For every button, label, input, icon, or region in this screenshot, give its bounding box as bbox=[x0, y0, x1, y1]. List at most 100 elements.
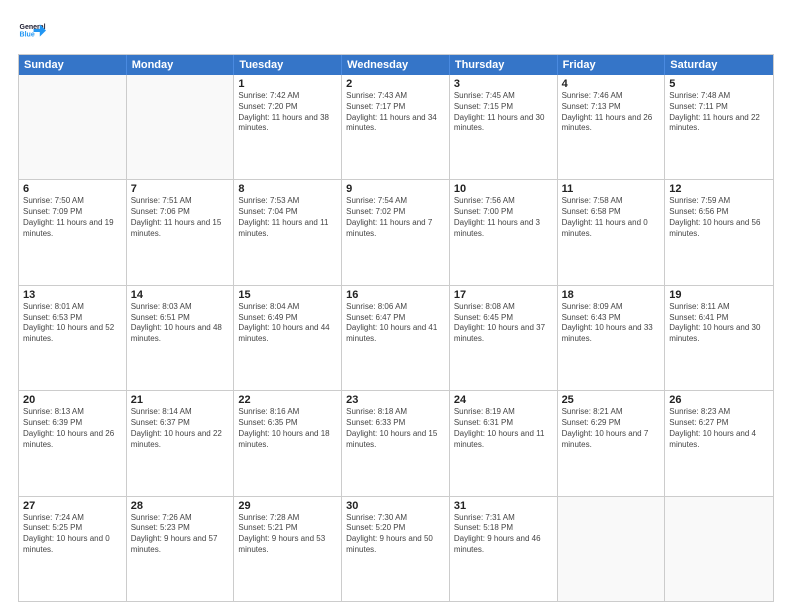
day-number: 10 bbox=[454, 183, 553, 195]
cell-detail: Sunrise: 7:53 AM Sunset: 7:04 PM Dayligh… bbox=[238, 196, 337, 239]
week-row-5: 27Sunrise: 7:24 AM Sunset: 5:25 PM Dayli… bbox=[19, 496, 773, 601]
cal-cell: 26Sunrise: 8:23 AM Sunset: 6:27 PM Dayli… bbox=[665, 391, 773, 495]
day-number: 16 bbox=[346, 289, 445, 301]
cell-detail: Sunrise: 8:06 AM Sunset: 6:47 PM Dayligh… bbox=[346, 302, 445, 345]
day-number: 20 bbox=[23, 394, 122, 406]
day-number: 15 bbox=[238, 289, 337, 301]
day-number: 24 bbox=[454, 394, 553, 406]
cal-cell: 21Sunrise: 8:14 AM Sunset: 6:37 PM Dayli… bbox=[127, 391, 235, 495]
cell-detail: Sunrise: 7:26 AM Sunset: 5:23 PM Dayligh… bbox=[131, 513, 230, 556]
cell-detail: Sunrise: 7:56 AM Sunset: 7:00 PM Dayligh… bbox=[454, 196, 553, 239]
cell-detail: Sunrise: 7:51 AM Sunset: 7:06 PM Dayligh… bbox=[131, 196, 230, 239]
logo-icon: General Blue bbox=[18, 18, 46, 46]
cal-cell: 5Sunrise: 7:48 AM Sunset: 7:11 PM Daylig… bbox=[665, 75, 773, 179]
cell-detail: Sunrise: 7:30 AM Sunset: 5:20 PM Dayligh… bbox=[346, 513, 445, 556]
cell-detail: Sunrise: 8:13 AM Sunset: 6:39 PM Dayligh… bbox=[23, 407, 122, 450]
cell-detail: Sunrise: 7:50 AM Sunset: 7:09 PM Dayligh… bbox=[23, 196, 122, 239]
cal-cell: 30Sunrise: 7:30 AM Sunset: 5:20 PM Dayli… bbox=[342, 497, 450, 601]
week-row-1: 1Sunrise: 7:42 AM Sunset: 7:20 PM Daylig… bbox=[19, 75, 773, 179]
day-number: 25 bbox=[562, 394, 661, 406]
cal-cell: 22Sunrise: 8:16 AM Sunset: 6:35 PM Dayli… bbox=[234, 391, 342, 495]
cell-detail: Sunrise: 7:58 AM Sunset: 6:58 PM Dayligh… bbox=[562, 196, 661, 239]
day-number: 3 bbox=[454, 78, 553, 90]
cell-detail: Sunrise: 7:45 AM Sunset: 7:15 PM Dayligh… bbox=[454, 91, 553, 134]
day-number: 1 bbox=[238, 78, 337, 90]
cal-cell: 6Sunrise: 7:50 AM Sunset: 7:09 PM Daylig… bbox=[19, 180, 127, 284]
cell-detail: Sunrise: 8:04 AM Sunset: 6:49 PM Dayligh… bbox=[238, 302, 337, 345]
day-header-tuesday: Tuesday bbox=[234, 55, 342, 75]
day-header-friday: Friday bbox=[558, 55, 666, 75]
cell-detail: Sunrise: 8:03 AM Sunset: 6:51 PM Dayligh… bbox=[131, 302, 230, 345]
day-number: 27 bbox=[23, 500, 122, 512]
cell-detail: Sunrise: 7:46 AM Sunset: 7:13 PM Dayligh… bbox=[562, 91, 661, 134]
cal-cell: 27Sunrise: 7:24 AM Sunset: 5:25 PM Dayli… bbox=[19, 497, 127, 601]
cal-cell: 18Sunrise: 8:09 AM Sunset: 6:43 PM Dayli… bbox=[558, 286, 666, 390]
cell-detail: Sunrise: 7:42 AM Sunset: 7:20 PM Dayligh… bbox=[238, 91, 337, 134]
day-number: 11 bbox=[562, 183, 661, 195]
day-header-monday: Monday bbox=[127, 55, 235, 75]
cal-cell: 20Sunrise: 8:13 AM Sunset: 6:39 PM Dayli… bbox=[19, 391, 127, 495]
day-number: 29 bbox=[238, 500, 337, 512]
cell-detail: Sunrise: 7:59 AM Sunset: 6:56 PM Dayligh… bbox=[669, 196, 769, 239]
logo: General Blue bbox=[18, 18, 46, 46]
cell-detail: Sunrise: 8:21 AM Sunset: 6:29 PM Dayligh… bbox=[562, 407, 661, 450]
cell-detail: Sunrise: 8:01 AM Sunset: 6:53 PM Dayligh… bbox=[23, 302, 122, 345]
day-header-thursday: Thursday bbox=[450, 55, 558, 75]
day-number: 6 bbox=[23, 183, 122, 195]
day-number: 23 bbox=[346, 394, 445, 406]
cell-detail: Sunrise: 7:31 AM Sunset: 5:18 PM Dayligh… bbox=[454, 513, 553, 556]
day-number: 14 bbox=[131, 289, 230, 301]
day-number: 13 bbox=[23, 289, 122, 301]
day-number: 22 bbox=[238, 394, 337, 406]
day-number: 21 bbox=[131, 394, 230, 406]
day-number: 7 bbox=[131, 183, 230, 195]
cal-cell: 28Sunrise: 7:26 AM Sunset: 5:23 PM Dayli… bbox=[127, 497, 235, 601]
cal-cell: 9Sunrise: 7:54 AM Sunset: 7:02 PM Daylig… bbox=[342, 180, 450, 284]
week-row-4: 20Sunrise: 8:13 AM Sunset: 6:39 PM Dayli… bbox=[19, 390, 773, 495]
cal-cell: 31Sunrise: 7:31 AM Sunset: 5:18 PM Dayli… bbox=[450, 497, 558, 601]
cal-cell bbox=[19, 75, 127, 179]
day-header-sunday: Sunday bbox=[19, 55, 127, 75]
cell-detail: Sunrise: 8:11 AM Sunset: 6:41 PM Dayligh… bbox=[669, 302, 769, 345]
day-number: 2 bbox=[346, 78, 445, 90]
day-number: 30 bbox=[346, 500, 445, 512]
cal-cell: 7Sunrise: 7:51 AM Sunset: 7:06 PM Daylig… bbox=[127, 180, 235, 284]
cal-cell: 3Sunrise: 7:45 AM Sunset: 7:15 PM Daylig… bbox=[450, 75, 558, 179]
cal-cell: 10Sunrise: 7:56 AM Sunset: 7:00 PM Dayli… bbox=[450, 180, 558, 284]
cell-detail: Sunrise: 7:43 AM Sunset: 7:17 PM Dayligh… bbox=[346, 91, 445, 134]
cal-cell: 12Sunrise: 7:59 AM Sunset: 6:56 PM Dayli… bbox=[665, 180, 773, 284]
cell-detail: Sunrise: 7:54 AM Sunset: 7:02 PM Dayligh… bbox=[346, 196, 445, 239]
page: General Blue SundayMondayTuesdayWednesda… bbox=[0, 0, 792, 612]
cal-cell bbox=[558, 497, 666, 601]
cal-cell: 8Sunrise: 7:53 AM Sunset: 7:04 PM Daylig… bbox=[234, 180, 342, 284]
cal-cell: 25Sunrise: 8:21 AM Sunset: 6:29 PM Dayli… bbox=[558, 391, 666, 495]
cal-cell: 29Sunrise: 7:28 AM Sunset: 5:21 PM Dayli… bbox=[234, 497, 342, 601]
day-number: 8 bbox=[238, 183, 337, 195]
day-number: 28 bbox=[131, 500, 230, 512]
week-row-3: 13Sunrise: 8:01 AM Sunset: 6:53 PM Dayli… bbox=[19, 285, 773, 390]
cal-cell: 15Sunrise: 8:04 AM Sunset: 6:49 PM Dayli… bbox=[234, 286, 342, 390]
cell-detail: Sunrise: 8:18 AM Sunset: 6:33 PM Dayligh… bbox=[346, 407, 445, 450]
cal-cell: 11Sunrise: 7:58 AM Sunset: 6:58 PM Dayli… bbox=[558, 180, 666, 284]
cell-detail: Sunrise: 7:24 AM Sunset: 5:25 PM Dayligh… bbox=[23, 513, 122, 556]
day-number: 5 bbox=[669, 78, 769, 90]
cell-detail: Sunrise: 8:16 AM Sunset: 6:35 PM Dayligh… bbox=[238, 407, 337, 450]
calendar-body: 1Sunrise: 7:42 AM Sunset: 7:20 PM Daylig… bbox=[19, 75, 773, 601]
cal-cell: 1Sunrise: 7:42 AM Sunset: 7:20 PM Daylig… bbox=[234, 75, 342, 179]
cell-detail: Sunrise: 8:23 AM Sunset: 6:27 PM Dayligh… bbox=[669, 407, 769, 450]
cell-detail: Sunrise: 8:08 AM Sunset: 6:45 PM Dayligh… bbox=[454, 302, 553, 345]
cal-cell bbox=[665, 497, 773, 601]
cal-cell: 2Sunrise: 7:43 AM Sunset: 7:17 PM Daylig… bbox=[342, 75, 450, 179]
day-number: 4 bbox=[562, 78, 661, 90]
svg-text:Blue: Blue bbox=[20, 32, 35, 39]
cal-cell: 14Sunrise: 8:03 AM Sunset: 6:51 PM Dayli… bbox=[127, 286, 235, 390]
day-number: 26 bbox=[669, 394, 769, 406]
cal-cell: 16Sunrise: 8:06 AM Sunset: 6:47 PM Dayli… bbox=[342, 286, 450, 390]
cal-cell bbox=[127, 75, 235, 179]
day-number: 19 bbox=[669, 289, 769, 301]
cell-detail: Sunrise: 7:48 AM Sunset: 7:11 PM Dayligh… bbox=[669, 91, 769, 134]
cell-detail: Sunrise: 8:14 AM Sunset: 6:37 PM Dayligh… bbox=[131, 407, 230, 450]
day-header-wednesday: Wednesday bbox=[342, 55, 450, 75]
day-header-saturday: Saturday bbox=[665, 55, 773, 75]
cal-cell: 13Sunrise: 8:01 AM Sunset: 6:53 PM Dayli… bbox=[19, 286, 127, 390]
